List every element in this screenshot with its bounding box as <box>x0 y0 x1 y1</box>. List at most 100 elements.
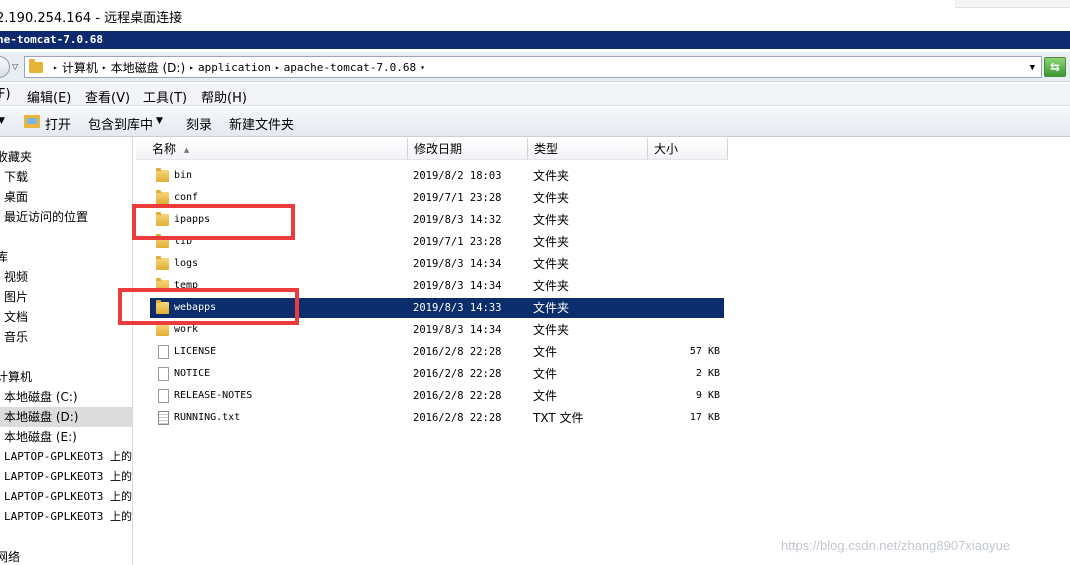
chevron-right-icon[interactable]: ▸ <box>275 63 280 72</box>
file-row-license[interactable]: LICENSE 2016/2/8 22:28 文件 57 KB <box>150 342 724 362</box>
file-type: TXT 文件 <box>533 411 584 425</box>
annotation-box-ipapps <box>132 204 295 240</box>
folder-icon <box>156 256 169 270</box>
nav-music[interactable]: 音乐 <box>4 327 28 347</box>
folder-icon <box>156 190 169 204</box>
nav-desktop[interactable]: 桌面 <box>4 187 28 207</box>
file-size: 57 KB <box>689 346 720 357</box>
file-size: 17 KB <box>689 412 720 423</box>
navigation-pane: 收藏夹 下载 桌面 最近访问的位置 库 视频 图片 文档 音乐 计算机 本地磁盘… <box>0 138 133 565</box>
file-type: 文件夹 <box>533 169 570 183</box>
folder-icon <box>29 58 43 73</box>
file-icon <box>158 345 169 359</box>
file-list: 名称 ▲ 修改日期 类型 大小 bin 2019/8/2 18:03 文件夹 conf… <box>136 138 1070 565</box>
address-bar[interactable]: ▸ 计算机 ▸ 本地磁盘 (D:) ▸ application ▸ apache… <box>24 56 1042 78</box>
file-name: RUNNING.txt <box>174 412 241 423</box>
menu-view[interactable]: 查看(V) <box>85 87 130 106</box>
breadcrumb-drive-d[interactable]: 本地磁盘 (D:) <box>111 59 185 76</box>
file-row-notice[interactable]: NOTICE 2016/2/8 22:28 文件 2 KB <box>150 364 724 384</box>
open-icon <box>24 115 40 128</box>
file-row-release-notes[interactable]: RELEASE-NOTES 2016/2/8 22:28 文件 9 KB <box>150 386 724 406</box>
file-name: NOTICE <box>174 368 211 379</box>
file-name: LICENSE <box>174 346 217 357</box>
explorer-window-title-bar: he-tomcat-7.0.68 <box>0 31 1070 49</box>
nav-downloads[interactable]: 下载 <box>4 167 28 187</box>
file-icon <box>158 367 169 381</box>
file-name: RELEASE-NOTES <box>174 390 253 401</box>
file-date: 2019/8/3 14:34 <box>413 324 502 336</box>
new-folder-button[interactable]: 新建文件夹 <box>229 114 294 133</box>
column-header-type[interactable]: 类型 <box>528 138 648 160</box>
file-date: 2016/2/8 22:28 <box>413 390 502 402</box>
chevron-right-icon[interactable]: ▸ <box>189 63 194 72</box>
annotation-box-webapps <box>118 288 299 325</box>
nav-drive-d[interactable]: 本地磁盘 (D:) <box>0 407 132 427</box>
file-type: 文件 <box>533 367 558 381</box>
address-dropdown-icon[interactable]: ▼ <box>1030 63 1035 73</box>
nav-documents[interactable]: 文档 <box>4 307 28 327</box>
nav-drive-e[interactable]: 本地磁盘 (E:) <box>4 427 77 447</box>
chevron-right-icon[interactable]: ▸ <box>53 63 58 72</box>
explorer-window-title: he-tomcat-7.0.68 <box>0 33 103 46</box>
file-date: 2019/8/3 14:32 <box>413 214 502 226</box>
nav-libraries[interactable]: 库 <box>0 247 8 267</box>
chevron-right-icon[interactable]: ▸ <box>102 63 107 72</box>
toolbar: ▼ 打开 包含到库中 ▼ 刻录 新建文件夹 <box>0 107 1070 137</box>
burn-button[interactable]: 刻录 <box>186 114 212 133</box>
breadcrumb-application[interactable]: application <box>198 61 271 74</box>
chevron-down-icon[interactable]: ▼ <box>156 116 163 126</box>
menu-file[interactable]: F) <box>0 87 11 102</box>
window-controls[interactable] <box>955 0 1070 8</box>
menu-edit[interactable]: 编辑(E) <box>27 87 71 106</box>
organize-dropdown-icon[interactable]: ▼ <box>0 116 5 126</box>
file-row-running-txt[interactable]: RUNNING.txt 2016/2/8 22:28 TXT 文件 17 KB <box>150 408 724 428</box>
nav-network-drive-e[interactable]: LAPTOP-GPLKEOT3 上的 E <box>4 487 132 507</box>
file-icon <box>158 389 169 403</box>
open-button[interactable]: 打开 <box>45 114 71 133</box>
remote-desktop-title-bar: 2.190.254.164 - 远程桌面连接 <box>0 0 1070 30</box>
file-date: 2019/8/3 14:34 <box>413 280 502 292</box>
menu-help[interactable]: 帮助(H) <box>201 87 247 106</box>
column-header-modified[interactable]: 修改日期 <box>408 138 528 160</box>
text-file-icon <box>158 411 169 425</box>
column-header-name[interactable]: 名称 ▲ <box>136 138 408 160</box>
column-header-size[interactable]: 大小 <box>648 138 728 160</box>
remote-desktop-title: 2.190.254.164 - 远程桌面连接 <box>0 11 183 26</box>
file-type: 文件 <box>533 389 558 403</box>
nav-network-drive-f[interactable]: LAPTOP-GPLKEOT3 上的 F <box>4 507 132 527</box>
menu-bar: F) 编辑(E) 查看(V) 工具(T) 帮助(H) <box>0 84 1070 106</box>
nav-computer[interactable]: 计算机 <box>0 367 32 387</box>
file-row-bin[interactable]: bin 2019/8/2 18:03 文件夹 <box>150 166 724 186</box>
nav-recent-places[interactable]: 最近访问的位置 <box>4 207 88 227</box>
nav-drive-c[interactable]: 本地磁盘 (C:) <box>4 387 78 407</box>
history-dropdown-icon[interactable]: ▽ <box>12 62 18 71</box>
breadcrumb-computer[interactable]: 计算机 <box>62 59 98 76</box>
nav-videos[interactable]: 视频 <box>4 267 28 287</box>
column-header-type-label: 类型 <box>534 142 559 156</box>
column-header-size-label: 大小 <box>654 142 679 156</box>
nav-network[interactable]: 网络 <box>0 547 20 565</box>
address-row: ▽ ▸ 计算机 ▸ 本地磁盘 (D:) ▸ application ▸ apac… <box>0 52 1070 82</box>
file-name: bin <box>174 170 193 181</box>
folder-icon <box>156 322 169 336</box>
folder-icon <box>156 168 169 182</box>
nav-favorites[interactable]: 收藏夹 <box>0 147 32 167</box>
file-date: 2016/2/8 22:28 <box>413 412 502 424</box>
file-date: 2019/7/1 23:28 <box>413 236 502 248</box>
sort-ascending-icon: ▲ <box>183 145 190 154</box>
file-type: 文件夹 <box>533 257 570 271</box>
menu-tools[interactable]: 工具(T) <box>143 87 187 106</box>
file-size: 9 KB <box>695 390 720 401</box>
back-button[interactable] <box>0 56 10 78</box>
chevron-down-icon[interactable]: ▾ <box>420 63 425 72</box>
file-date: 2016/2/8 22:28 <box>413 368 502 380</box>
go-button[interactable]: ⇆ <box>1044 57 1066 77</box>
file-type: 文件 <box>533 345 558 359</box>
nav-pictures[interactable]: 图片 <box>4 287 28 307</box>
include-library-button[interactable]: 包含到库中 <box>88 114 153 133</box>
file-date: 2019/8/3 14:33 <box>413 302 502 314</box>
file-row-logs[interactable]: logs 2019/8/3 14:34 文件夹 <box>150 254 724 274</box>
nav-network-drive-d[interactable]: LAPTOP-GPLKEOT3 上的 D <box>4 467 132 487</box>
breadcrumb-tomcat[interactable]: apache-tomcat-7.0.68 <box>284 61 416 74</box>
nav-network-drive-c[interactable]: LAPTOP-GPLKEOT3 上的 C <box>4 447 132 467</box>
